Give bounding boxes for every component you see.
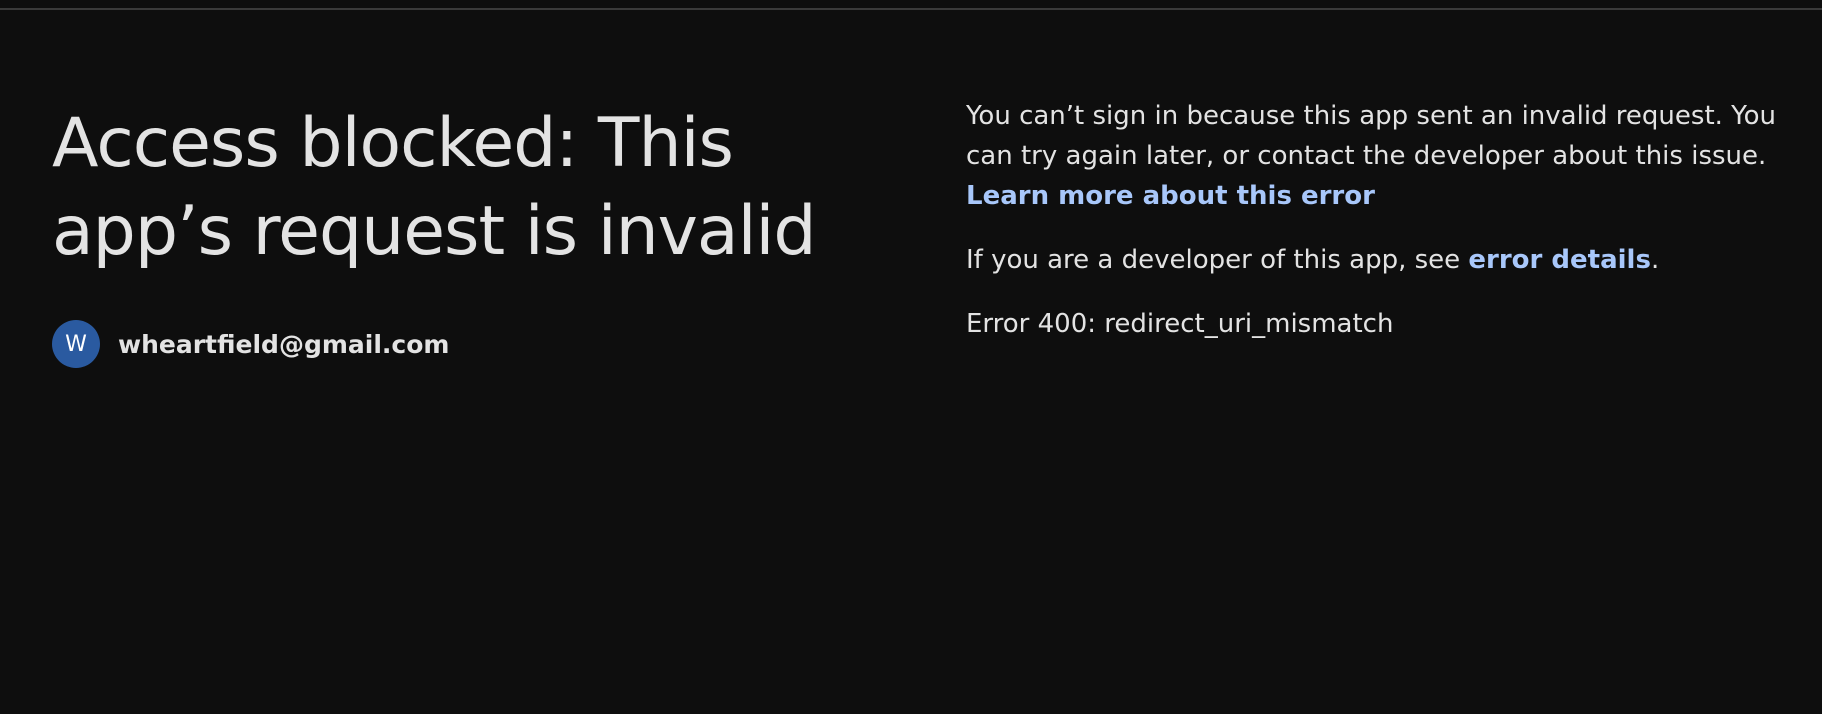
left-column: Access blocked: This app’s request is in… bbox=[52, 100, 872, 368]
developer-prefix-text: If you are a developer of this app, see bbox=[966, 245, 1469, 275]
learn-more-link[interactable]: Learn more about this error bbox=[966, 176, 1776, 216]
account-chip[interactable]: W wheartfield@gmail.com bbox=[52, 320, 449, 368]
developer-line: If you are a developer of this app, see … bbox=[966, 240, 1776, 280]
developer-suffix-text: . bbox=[1650, 245, 1660, 275]
error-code: Error 400: redirect_uri_mismatch bbox=[966, 309, 1394, 339]
page-title: Access blocked: This app’s request is in… bbox=[52, 104, 817, 271]
avatar: W bbox=[52, 320, 100, 368]
top-divider bbox=[0, 8, 1822, 10]
error-message-block: You can’t sign in because this app sent … bbox=[966, 96, 1776, 216]
error-message-text: You can’t sign in because this app sent … bbox=[966, 101, 1776, 171]
account-email: wheartfield@gmail.com bbox=[118, 329, 450, 359]
error-details-link[interactable]: error details bbox=[1468, 245, 1651, 275]
right-column: You can’t sign in because this app sent … bbox=[966, 96, 1776, 344]
